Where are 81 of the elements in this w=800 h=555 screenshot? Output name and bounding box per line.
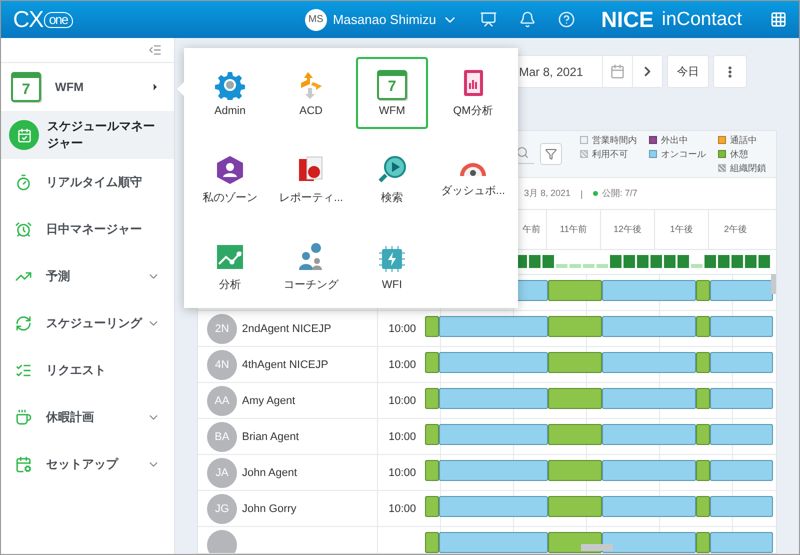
legend-label: オンコール — [661, 148, 706, 160]
legend-label: 外出中 — [661, 134, 688, 146]
app-tile[interactable]: WFI — [356, 231, 428, 303]
filter-icon — [545, 148, 557, 160]
alarm-clock-icon — [15, 221, 32, 238]
agent-name: Brian Agent — [242, 430, 299, 442]
collapse-menu-icon[interactable] — [148, 43, 162, 57]
agent-avatar — [207, 530, 237, 553]
calendar-gear-icon — [15, 456, 32, 473]
scrollbar-thumb[interactable] — [771, 274, 776, 294]
next-button[interactable] — [632, 56, 662, 87]
legend-label: 利用不可 — [592, 148, 628, 160]
app-tile[interactable]: 私のゾーン — [194, 144, 266, 216]
app-tile[interactable]: QM分析 — [437, 57, 509, 129]
agent-name: Amy Agent — [242, 394, 296, 406]
brand-product-text: inContact — [662, 8, 742, 30]
legend-label: 組織閉鎖 — [730, 162, 766, 174]
agent-avatar: BA — [207, 422, 237, 452]
chart-icon — [215, 242, 245, 272]
agent-avatar: AA — [207, 386, 237, 416]
chip-icon — [377, 244, 407, 274]
legend-label: 通話中 — [730, 134, 757, 146]
app-tile[interactable]: 7 WFM — [356, 57, 428, 129]
logo-text: CX — [13, 6, 43, 33]
agent-name: John Agent — [242, 466, 298, 478]
agent-name: 4thAgent NICEJP — [242, 358, 328, 370]
gauge-icon — [458, 162, 488, 178]
start-time: 10:00 — [387, 466, 417, 480]
app-tile[interactable]: レポーティ... — [275, 144, 347, 216]
logo-cloud-text: one — [44, 12, 73, 28]
checklist-icon — [15, 362, 32, 379]
start-time: 10:00 — [387, 322, 417, 336]
calendar-icon — [9, 120, 39, 150]
cup-icon — [15, 409, 32, 426]
search-icon — [516, 146, 529, 159]
app-tile[interactable]: ダッシュボ... — [437, 144, 509, 216]
scrollbar-thumb[interactable] — [581, 544, 613, 551]
hour-header: 2午後 — [708, 210, 762, 249]
calendar-date: 7 — [388, 79, 396, 94]
calendar-icon — [610, 64, 625, 79]
start-time: 10:00 — [387, 430, 417, 444]
user-name[interactable]: Masanao Shimizu — [332, 12, 436, 27]
app-tile[interactable]: Admin — [194, 57, 266, 129]
app-tile[interactable]: ACD — [275, 57, 347, 129]
hour-header: 11午前 — [546, 210, 600, 249]
hour-header: 1午後 — [654, 210, 708, 249]
brand-logo-text: NICE — [601, 6, 654, 32]
schedule-date: 3月 8, 2021 — [524, 187, 571, 200]
agent-avatar: JA — [207, 458, 237, 488]
start-time: 10:00 — [387, 394, 417, 408]
help-icon[interactable] — [558, 11, 576, 28]
today-button[interactable]: 今日 — [667, 55, 709, 88]
user-avatar: MS — [304, 8, 327, 30]
published-count: 公開: 7/7 — [602, 187, 638, 200]
filter-button[interactable] — [540, 143, 562, 165]
sidebar-item[interactable]: スケジュールマネージャー — [1, 111, 174, 159]
notification-bell-icon[interactable] — [519, 11, 536, 28]
calendar-date: 7 — [22, 82, 30, 96]
agent-name: John Gorry — [242, 502, 296, 514]
app-tile[interactable]: コーチング — [275, 231, 347, 303]
search-icon — [377, 155, 407, 185]
agent-name: 2ndAgent NICEJP — [242, 322, 332, 334]
presentation-icon[interactable] — [480, 11, 498, 28]
start-time: 10:00 — [387, 358, 417, 372]
legend-label: 休憩 — [730, 148, 748, 160]
timer-icon — [15, 174, 32, 191]
legend-label: 営業時間内 — [592, 134, 637, 146]
user-icon — [215, 155, 245, 185]
hour-header: 12午後 — [600, 210, 654, 249]
agent-avatar: JG — [207, 494, 237, 524]
agent-avatar: 4N — [207, 350, 237, 380]
gear-icon — [215, 70, 245, 100]
app-tile[interactable]: 分析 — [194, 231, 266, 303]
app-grid-icon[interactable] — [770, 11, 787, 28]
agent-avatar: 2N — [207, 314, 237, 344]
start-time: 10:00 — [387, 502, 417, 516]
refresh-icon — [15, 315, 32, 332]
more-button[interactable] — [713, 55, 747, 88]
status-dot-icon — [592, 191, 598, 196]
separator-text: | — [580, 188, 583, 198]
app-tile[interactable]: 検索 — [356, 144, 428, 216]
